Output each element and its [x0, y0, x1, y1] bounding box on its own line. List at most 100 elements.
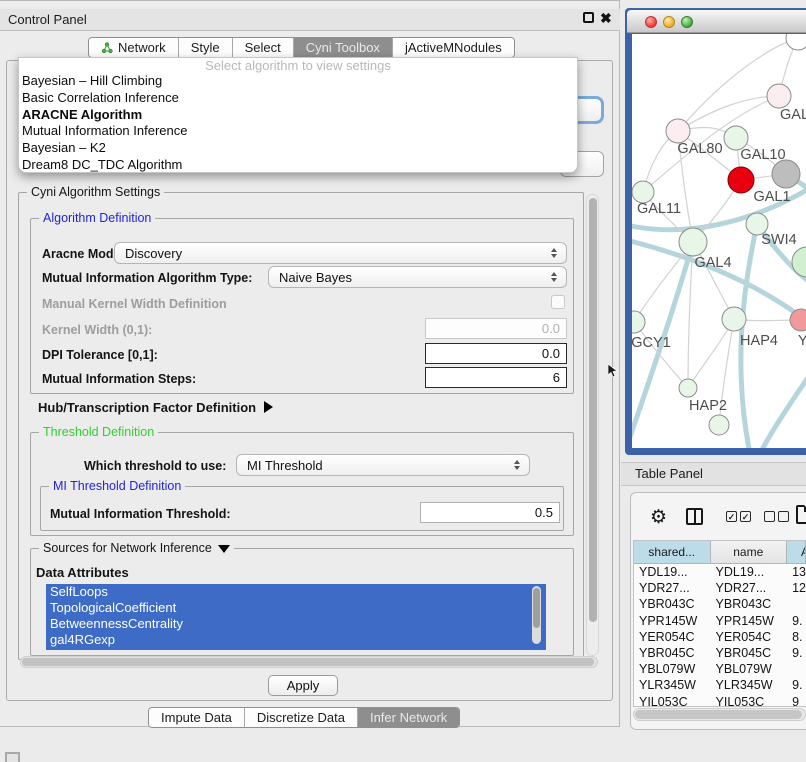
- tab-discretize-data[interactable]: Discretize Data: [244, 708, 357, 727]
- minimize-traffic-light-icon[interactable]: [663, 16, 675, 28]
- table-row[interactable]: YBL079WYBL079W: [634, 661, 806, 677]
- algorithm-dropdown-placeholder: Select algorithm to view settings: [19, 58, 577, 73]
- network-node[interactable]: [792, 247, 806, 277]
- which-threshold-value: MI Threshold: [237, 458, 509, 473]
- float-window-icon[interactable]: [583, 12, 594, 23]
- cyni-algorithm-settings-title: Cyni Algorithm Settings: [27, 185, 164, 199]
- data-attribute-item[interactable]: BetweennessCentrality: [46, 616, 546, 632]
- network-node[interactable]: [632, 181, 654, 203]
- network-node-label: GAL10: [740, 147, 785, 163]
- table-row[interactable]: YBR045CYBR045C9.: [634, 645, 806, 661]
- network-node[interactable]: [709, 415, 729, 435]
- algorithm-definition-title: Algorithm Definition: [39, 211, 155, 225]
- table-cell: YER054C: [711, 629, 788, 645]
- sources-title[interactable]: Sources for Network Inference: [39, 541, 234, 555]
- network-nodes: GALGAL80GAL10GAL1GAL11SWI4GAL4GCY1HAP4YH…: [632, 34, 806, 435]
- tab-cyni-toolbox[interactable]: Cyni Toolbox: [293, 38, 392, 57]
- table-row[interactable]: YDL19...YDL19...13: [634, 564, 806, 580]
- tab-select[interactable]: Select: [232, 38, 293, 57]
- manual-kernel-width-checkbox[interactable]: [551, 295, 565, 309]
- tab-network-label: Network: [118, 38, 166, 57]
- data-attributes-list[interactable]: SelfLoopsTopologicalCoefficientBetweenne…: [46, 584, 546, 650]
- network-node[interactable]: [666, 119, 690, 143]
- data-attribute-item[interactable]: gal4RGexp: [46, 632, 546, 648]
- table-row[interactable]: YBR043CYBR043C: [634, 596, 806, 612]
- collapse-down-icon: [218, 545, 230, 553]
- hub-tf-definition-toggle[interactable]: Hub/Transcription Factor Definition: [38, 400, 273, 415]
- attributes-scrollbar[interactable]: [532, 586, 541, 644]
- algorithm-option[interactable]: Bayesian – Hill Climbing: [19, 73, 577, 90]
- algorithm-option[interactable]: Bayesian – K2: [19, 140, 577, 157]
- table-row[interactable]: YIL053CYIL053C9: [634, 694, 806, 708]
- network-node[interactable]: [632, 311, 645, 333]
- tab-style[interactable]: Style: [178, 38, 232, 57]
- column-header-name[interactable]: name: [711, 541, 788, 563]
- network-canvas[interactable]: GALGAL80GAL10GAL1GAL11SWI4GAL4GCY1HAP4YH…: [632, 34, 806, 448]
- table-row[interactable]: YER054CYER054C8.: [634, 629, 806, 645]
- table-horizontal-scrollbar[interactable]: [633, 708, 806, 721]
- network-node[interactable]: [679, 228, 707, 256]
- tab-infer-network[interactable]: Infer Network: [357, 708, 459, 727]
- tab-impute-data[interactable]: Impute Data: [149, 708, 244, 727]
- algorithm-option[interactable]: Basic Correlation Inference: [19, 90, 577, 107]
- network-node-label: GAL80: [677, 141, 722, 157]
- data-attribute-item[interactable]: SelfLoops: [46, 584, 546, 600]
- algorithm-option[interactable]: ARACNE Algorithm: [19, 107, 577, 124]
- mi-steps-field[interactable]: 6: [425, 367, 567, 388]
- select-all-checkbox-icon[interactable]: ✓: [740, 511, 751, 522]
- sources-title-label: Sources for Network Inference: [43, 541, 212, 555]
- network-node[interactable]: [772, 160, 800, 188]
- data-attribute-item[interactable]: TopologicalCoefficient: [46, 600, 546, 616]
- column-header-partial[interactable]: A: [787, 541, 806, 563]
- which-threshold-combobox[interactable]: MI Threshold: [236, 454, 530, 476]
- table-cell: YPR145W: [634, 613, 711, 629]
- settings-vertical-scrollbar[interactable]: [586, 194, 599, 656]
- gear-icon[interactable]: ⚙: [650, 506, 667, 529]
- desktop: Control Panel ✖ Network Style Select Cyn…: [0, 0, 806, 762]
- table-row[interactable]: YPR145WYPR145W9.: [634, 613, 806, 629]
- table-row[interactable]: YDR27...YDR27...12: [634, 580, 806, 596]
- network-node-label: Y: [798, 333, 806, 349]
- apply-button[interactable]: Apply: [268, 675, 338, 696]
- partial-corner-widget: [5, 752, 20, 762]
- table-cell: YLR345W: [711, 677, 788, 693]
- mi-algorithm-type-label: Mutual Information Algorithm Type:: [42, 271, 252, 285]
- table-cell: YIL053C: [711, 694, 788, 708]
- data-attributes-label: Data Attributes: [36, 565, 129, 580]
- close-icon[interactable]: ✖: [600, 10, 612, 27]
- network-node[interactable]: [786, 34, 806, 50]
- column-header-shared-name[interactable]: shared...: [634, 541, 711, 563]
- table-cell: YBR043C: [634, 596, 711, 612]
- close-traffic-light-icon[interactable]: [645, 16, 657, 28]
- network-node[interactable]: [679, 379, 697, 397]
- zoom-traffic-light-icon[interactable]: [681, 16, 693, 28]
- tab-jactivemnodules[interactable]: jActiveMNodules: [392, 38, 514, 57]
- dpi-tolerance-label: DPI Tolerance [0,1]:: [42, 348, 158, 362]
- algorithm-option[interactable]: Dream8 DC_TDC Algorithm: [19, 157, 577, 173]
- network-node[interactable]: [722, 307, 746, 331]
- network-node-label: HAP2: [689, 398, 727, 414]
- new-table-icon[interactable]: [796, 505, 806, 524]
- dpi-tolerance-field[interactable]: 0.0: [425, 343, 567, 364]
- mi-algorithm-type-combobox[interactable]: Naive Bayes: [268, 266, 567, 288]
- settings-horizontal-scrollbar[interactable]: [20, 656, 598, 668]
- kernel-width-field[interactable]: 0.0: [425, 318, 567, 339]
- select-all-checkbox-icon[interactable]: ✓: [726, 511, 737, 522]
- control-panel-titlebar[interactable]: [0, 9, 620, 31]
- table-cell: YBR045C: [711, 645, 788, 661]
- mi-threshold-field[interactable]: 0.5: [420, 502, 560, 523]
- network-node[interactable]: [767, 84, 791, 108]
- aracne-mode-combobox[interactable]: Discovery: [114, 242, 567, 264]
- network-node-label: GAL1: [753, 189, 790, 205]
- tab-network[interactable]: Network: [89, 38, 178, 57]
- columns-icon[interactable]: [686, 508, 703, 525]
- algorithm-option[interactable]: Mutual Information Inference: [19, 123, 577, 140]
- stepper-arrows-icon: [509, 460, 525, 470]
- table-header-row: shared... name A: [634, 541, 806, 564]
- table-row[interactable]: YLR345WYLR345W9.: [634, 677, 806, 693]
- deselect-all-checkbox-icon[interactable]: [778, 511, 789, 522]
- tab-jactivemnodules-label: jActiveMNodules: [405, 38, 502, 57]
- deselect-all-checkbox-icon[interactable]: [764, 511, 775, 522]
- table-cell: YBL079W: [711, 661, 788, 677]
- network-node[interactable]: [728, 167, 754, 193]
